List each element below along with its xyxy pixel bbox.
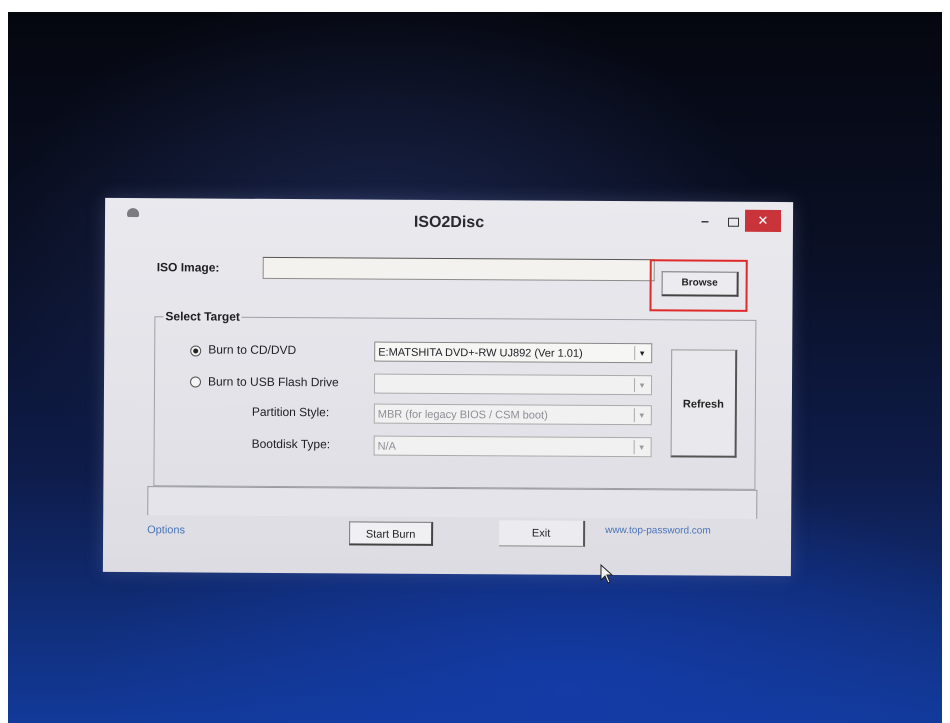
chevron-down-icon: ▾ <box>634 346 650 361</box>
iso-image-label: ISO Image: <box>156 260 220 275</box>
desktop-background: ISO2Disc – ✕ ISO Image: Browse Select Ta… <box>8 12 942 723</box>
refresh-button[interactable]: Refresh <box>670 349 738 458</box>
close-button[interactable]: ✕ <box>744 209 782 233</box>
progress-bar <box>147 486 758 519</box>
browse-highlight-box <box>649 259 748 312</box>
maximize-icon <box>727 217 739 227</box>
maximize-button[interactable] <box>719 210 747 232</box>
bootdisk-type-select[interactable]: N/A ▾ <box>373 435 652 458</box>
bootdisk-type-value: N/A <box>377 440 397 453</box>
window-title: ISO2Disc <box>413 213 485 232</box>
iso-image-input[interactable] <box>262 256 655 282</box>
chevron-down-icon: ▾ <box>633 378 650 393</box>
bootdisk-type-label: Bootdisk Type: <box>251 436 331 452</box>
chevron-down-icon: ▾ <box>633 408 649 423</box>
website-link[interactable]: www.top-password.com <box>605 525 711 537</box>
burn-cd-radio[interactable] <box>190 345 202 357</box>
select-target-title: Select Target <box>163 309 242 324</box>
partition-style-label: Partition Style: <box>251 404 330 420</box>
exit-button[interactable]: Exit <box>499 520 586 547</box>
burn-usb-label: Burn to USB Flash Drive <box>207 374 339 390</box>
burn-cd-label: Burn to CD/DVD <box>208 342 297 358</box>
chevron-down-icon: ▾ <box>633 440 649 455</box>
mouse-cursor-icon <box>600 564 614 584</box>
partition-style-value: MBR (for legacy BIOS / CSM boot) <box>377 408 548 422</box>
title-bar: ISO2Disc – ✕ <box>105 198 793 240</box>
partition-style-select[interactable]: MBR (for legacy BIOS / CSM boot) ▾ <box>373 403 652 426</box>
burn-usb-radio[interactable] <box>189 376 202 388</box>
start-burn-button[interactable]: Start Burn <box>349 521 434 546</box>
drive-select-value: E:MATSHITA DVD+-RW UJ892 (Ver 1.01) <box>378 346 583 360</box>
drive-select[interactable]: E:MATSHITA DVD+-RW UJ892 (Ver 1.01) ▾ <box>374 341 653 364</box>
iso2disc-window: ISO2Disc – ✕ ISO Image: Browse Select Ta… <box>102 197 794 577</box>
options-link[interactable]: Options <box>147 524 185 536</box>
minimize-button[interactable]: – <box>691 209 719 231</box>
usb-drive-select[interactable]: ▾ <box>373 373 653 396</box>
